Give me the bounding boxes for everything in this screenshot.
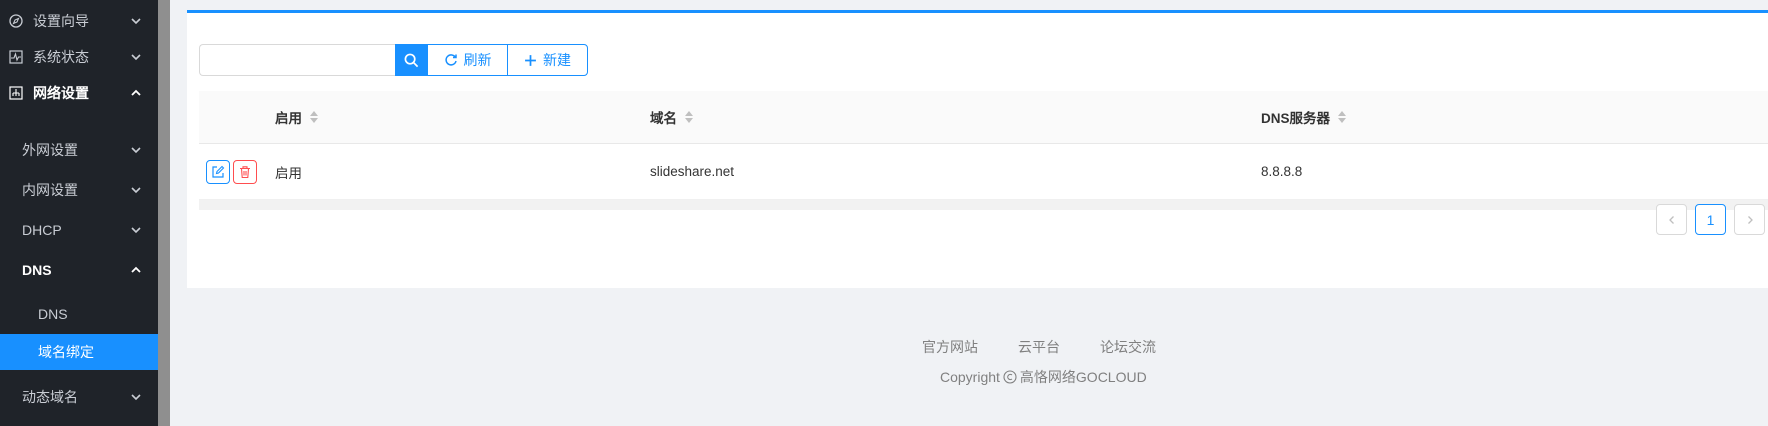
sidebar-item-network-settings[interactable]: 网络设置 [0,73,158,113]
edit-icon [212,165,225,178]
search-icon [404,53,418,67]
network-icon [8,85,24,101]
sidebar-item-dhcp[interactable]: DHCP [0,210,158,250]
sort-icon [1338,111,1347,123]
sidebar-item-label: 外网设置 [22,142,78,158]
chevron-up-icon [131,266,141,273]
chevron-up-icon [131,89,141,96]
column-header-enabled[interactable]: 启用 [275,91,318,143]
chevron-down-icon [131,227,141,234]
table-horizontal-scrollbar[interactable] [199,200,1768,210]
sidebar-item-label: DNS [22,262,52,278]
page-button-current[interactable]: 1 [1695,204,1726,235]
column-header-dns-server[interactable]: DNS服务器 [1261,91,1347,143]
plus-icon [525,54,536,66]
sidebar-item-label: 系统状态 [33,49,89,65]
copyright-label: Copyright [940,369,1000,385]
chevron-down-icon [131,54,141,61]
sidebar-item-ddns[interactable]: 动态域名 [0,377,158,417]
next-page-button[interactable] [1734,204,1765,235]
column-header-label: 域名 [650,111,677,126]
chevron-down-icon [131,394,141,401]
sidebar-item-wan-settings[interactable]: 外网设置 [0,130,158,170]
edit-button[interactable] [206,160,230,184]
chevron-right-icon [1747,215,1753,224]
sidebar-item-label: DHCP [22,222,62,238]
column-header-domain[interactable]: 域名 [650,91,693,143]
sidebar-item-dns-group[interactable]: DNS [0,250,158,290]
chevron-down-icon [131,18,141,25]
sidebar-item-lan-settings[interactable]: 内网设置 [0,170,158,210]
refresh-icon [444,54,457,66]
new-button[interactable]: 新建 [507,44,588,76]
footer-link-official-site[interactable]: 官方网站 [922,337,978,357]
table-row: 启用 slideshare.net 8.8.8.8 [199,144,1768,200]
pulse-icon [8,49,24,65]
copyright-icon [1003,370,1017,384]
sidebar-item-label: 动态域名 [22,389,78,405]
cell-dns-server: 8.8.8.8 [1261,164,1303,179]
sidebar-item-system-status[interactable]: 系统状态 [0,37,158,77]
search-button[interactable] [395,44,427,76]
new-label: 新建 [543,52,571,68]
refresh-label: 刷新 [463,52,492,68]
company-name: 高恪网络GOCLOUD [1019,369,1147,385]
chevron-left-icon [1668,215,1674,224]
trash-icon [240,166,250,179]
delete-button[interactable] [233,160,257,184]
sidebar-scrollbar[interactable] [158,0,170,426]
column-header-label: 启用 [275,111,302,126]
column-header-label: DNS服务器 [1261,111,1331,126]
footer-link-cloud-platform[interactable]: 云平台 [1018,337,1060,357]
sort-icon [685,111,693,123]
compass-icon [8,13,24,29]
chevron-down-icon [131,147,141,154]
search-input[interactable] [199,44,395,76]
sidebar-item-setup-wizard[interactable]: 设置向导 [0,1,158,41]
cell-domain: slideshare.net [650,164,735,179]
dns-binding-table: 启用 域名 DNS服务器 启用 slideshare.net 8.8.8.8 [199,91,1768,210]
footer-links: 官方网站 云平台 论坛交流 [0,337,1768,357]
sidebar-item-label: 网络设置 [33,85,89,101]
sidebar-item-label: 设置向导 [33,13,89,29]
prev-page-button[interactable] [1656,204,1687,235]
sidebar-item-label: 内网设置 [22,182,78,198]
copyright: Copyright 高恪网络GOCLOUD [940,367,1147,387]
sidebar: 设置向导 系统状态 网络设置 外网设置 内网设置 DHCP DNS DNS 域名… [0,0,158,426]
table-header: 启用 域名 DNS服务器 [199,91,1768,144]
sort-icon [310,111,318,123]
chevron-down-icon [131,187,141,194]
refresh-button[interactable]: 刷新 [427,44,508,76]
sidebar-item-label: DNS [38,306,68,322]
sidebar-item-dns[interactable]: DNS [0,296,158,332]
cell-enabled: 启用 [275,165,302,181]
footer-link-forum[interactable]: 论坛交流 [1100,337,1156,357]
main-card: 刷新 新建 启用 域名 DNS服务器 启用 slideshare.net 8.8… [187,10,1768,288]
